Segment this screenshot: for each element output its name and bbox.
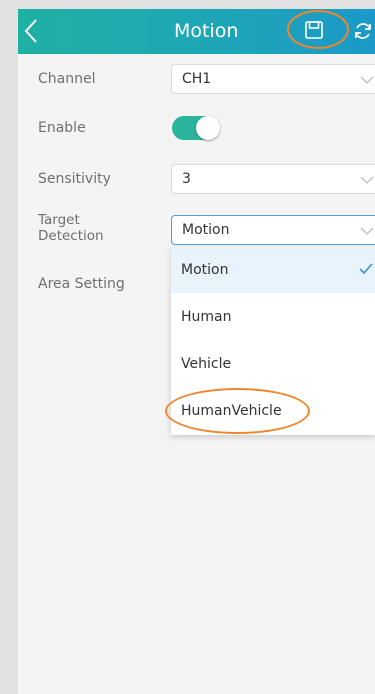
chevron-down-icon (360, 176, 374, 184)
refresh-icon[interactable] (352, 20, 374, 42)
enable-toggle[interactable] (172, 116, 220, 140)
channel-label: Channel (38, 71, 96, 87)
option-motion[interactable]: Motion (171, 247, 375, 293)
header-bar: Motion (18, 9, 375, 54)
sensitivity-select[interactable]: 3 (171, 164, 375, 194)
area-setting-label[interactable]: Area Setting (38, 276, 125, 293)
target-detection-select[interactable]: Motion (171, 215, 375, 245)
sensitivity-label: Sensitivity (38, 171, 111, 187)
save-icon[interactable] (305, 21, 323, 39)
checkmark-icon (359, 263, 373, 275)
sensitivity-value: 3 (182, 171, 191, 187)
option-label: HumanVehicle (181, 403, 282, 419)
chevron-down-icon (360, 227, 374, 235)
app-screen: Motion Channel CH1 Enable Sensitivity 3 … (18, 9, 375, 694)
target-detection-label-line2: Detection (38, 228, 104, 244)
chevron-down-icon (360, 76, 374, 84)
channel-value: CH1 (182, 71, 212, 87)
channel-select[interactable]: CH1 (171, 64, 375, 94)
chevron-left-icon[interactable] (24, 18, 38, 44)
target-detection-dropdown: Motion Human Vehicle HumanVehicle (171, 247, 375, 435)
target-detection-label-line1: Target (38, 212, 80, 228)
page-title: Motion (174, 20, 239, 42)
target-detection-value: Motion (182, 222, 230, 238)
option-label: Vehicle (181, 356, 232, 372)
option-label: Motion (181, 262, 229, 278)
option-label: Human (181, 309, 232, 325)
option-humanvehicle[interactable]: HumanVehicle (171, 388, 375, 434)
option-human[interactable]: Human (171, 294, 375, 340)
option-vehicle[interactable]: Vehicle (171, 341, 375, 387)
enable-label: Enable (38, 120, 86, 136)
toggle-knob (196, 116, 220, 140)
